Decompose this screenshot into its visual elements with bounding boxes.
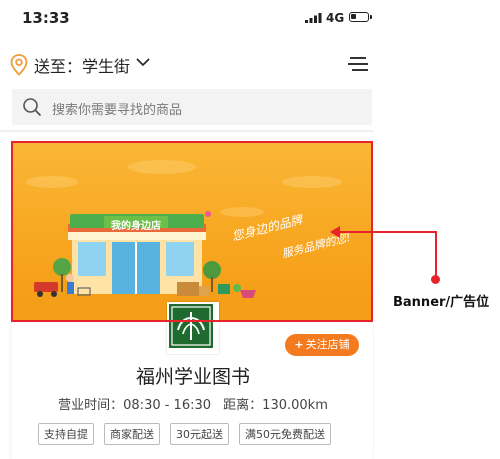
section-divider — [0, 130, 374, 132]
service-tag: 商家配送 — [104, 423, 160, 445]
search-icon — [23, 98, 42, 117]
banner-highlight-box — [11, 141, 373, 322]
chevron-down-icon[interactable] — [136, 58, 150, 67]
location-bar[interactable]: 送至：学生街 — [0, 48, 374, 82]
annotation-arrowhead — [330, 226, 340, 238]
network-type: 4G — [326, 11, 345, 25]
battery-icon — [349, 12, 372, 22]
annotation-label: Banner/广告位 — [393, 295, 490, 310]
battery-level — [351, 14, 356, 19]
status-bar: 13:33 4G — [0, 0, 374, 36]
menu-icon[interactable] — [348, 56, 368, 72]
delivery-address[interactable]: 送至：学生街 — [34, 53, 130, 77]
annotation-dot — [431, 275, 440, 284]
service-tag: 30元起送 — [170, 423, 229, 445]
follow-store-button[interactable]: + 关注店铺 — [285, 334, 359, 356]
shop-distance: 距离：130.00km — [223, 398, 328, 413]
service-tags: 支持自提 商家配送 30元起送 满50元免费配送 — [38, 423, 331, 445]
follow-store-label: 关注店铺 — [305, 338, 350, 351]
service-tag: 支持自提 — [38, 423, 94, 445]
status-time: 13:33 — [22, 9, 70, 27]
annotation-line-vertical — [435, 231, 437, 279]
shop-meta: 营业时间：08:30 - 16:30 距离：130.00km — [0, 394, 374, 413]
search-bar[interactable]: 搜索你需要寻找的商品 — [12, 89, 372, 125]
service-tag: 满50元免费配送 — [239, 423, 331, 445]
plus-icon: + — [294, 338, 304, 351]
signal-icon — [305, 13, 322, 23]
location-pin-icon — [10, 54, 28, 76]
search-placeholder: 搜索你需要寻找的商品 — [52, 103, 183, 118]
business-hours: 营业时间：08:30 - 16:30 — [58, 398, 212, 413]
annotation-line — [340, 231, 436, 233]
shop-name: 福州学业图书 — [135, 366, 250, 388]
